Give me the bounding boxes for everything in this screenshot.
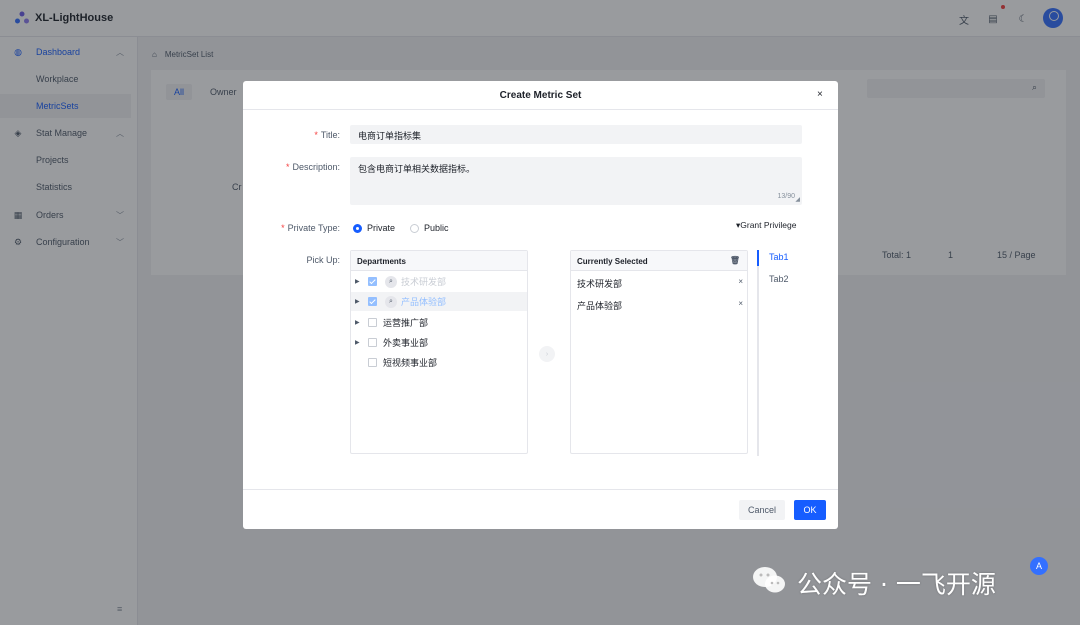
trash-icon[interactable]: 🗑: [730, 256, 740, 265]
description-label: * Description:: [285, 162, 340, 172]
modal-title: Create Metric Set: [499, 90, 582, 101]
departments-panel: Departments ▶ ⌕ 技术研发部 ▶ ⌕ 产品体验部 ▶ 运营推广部 …: [350, 250, 528, 454]
watermark-badge-icon: A: [1030, 557, 1048, 575]
private-type-label: * Private Type:: [281, 223, 340, 233]
tree-item[interactable]: ▶ 运营推广部: [351, 313, 527, 332]
tab-tab2[interactable]: Tab2: [769, 274, 789, 284]
side-tabs: Tab1 Tab2: [757, 250, 817, 456]
watermark-text: 公众号 · 一飞开源: [797, 570, 996, 599]
resize-handle-icon[interactable]: ◢: [795, 196, 800, 203]
tree-item[interactable]: 短视频事业部: [351, 353, 527, 372]
tree-item[interactable]: ▶ ⌕ 技术研发部: [351, 272, 527, 291]
description-textarea[interactable]: 包含电商订单相关数据指标。 13/90 ◢: [350, 157, 802, 205]
selected-panel: Currently Selected 🗑 技术研发部 × 产品体验部 ×: [570, 250, 748, 454]
title-input[interactable]: 电商订单指标集: [350, 125, 802, 144]
departments-header: Departments: [351, 251, 527, 271]
checkbox[interactable]: [368, 338, 377, 347]
create-metric-set-modal: Create Metric Set × * Title: 电商订单指标集 * Des…: [243, 81, 838, 529]
search-icon: ⌕: [385, 275, 397, 288]
selected-item: 产品体验部 ×: [577, 299, 743, 311]
caret-right-icon[interactable]: ▶: [355, 339, 360, 346]
cancel-button[interactable]: Cancel: [739, 500, 785, 520]
selected-header: Currently Selected 🗑: [571, 251, 747, 271]
tree-item[interactable]: ▶ 外卖事业部: [351, 333, 527, 352]
radio-checked-icon: [353, 223, 362, 233]
char-count: 13/90: [777, 193, 795, 200]
wechat-logo-icon: [753, 567, 785, 593]
radio-unchecked-icon: [410, 223, 419, 233]
checkbox[interactable]: [368, 358, 377, 367]
ok-button[interactable]: OK: [794, 500, 826, 520]
caret-right-icon[interactable]: ▶: [355, 278, 360, 285]
caret-right-icon[interactable]: ▶: [355, 319, 360, 326]
modal-footer: Cancel OK: [243, 489, 838, 529]
remove-icon[interactable]: ×: [738, 299, 743, 308]
tree-item[interactable]: ▶ ⌕ 产品体验部: [351, 292, 527, 311]
radio-private[interactable]: Private: [353, 223, 395, 233]
modal-header: Create Metric Set ×: [243, 81, 838, 110]
selected-item: 技术研发部 ×: [577, 277, 743, 289]
move-right-button[interactable]: ›: [539, 346, 555, 362]
checkbox[interactable]: [368, 297, 377, 306]
close-icon[interactable]: ×: [817, 89, 823, 100]
checkbox[interactable]: [368, 318, 377, 327]
active-tab-indicator: [757, 250, 759, 266]
search-icon: ⌕: [385, 295, 397, 308]
grant-privilege-toggle[interactable]: ▾Grant Privilege: [736, 220, 796, 231]
radio-public[interactable]: Public: [410, 223, 449, 233]
pickup-label: Pick Up:: [306, 255, 340, 265]
caret-right-icon[interactable]: ▶: [355, 298, 360, 305]
checkbox[interactable]: [368, 277, 377, 286]
title-label: * Title:: [314, 130, 340, 140]
tab-tab1[interactable]: Tab1: [769, 252, 789, 262]
remove-icon[interactable]: ×: [738, 277, 743, 286]
